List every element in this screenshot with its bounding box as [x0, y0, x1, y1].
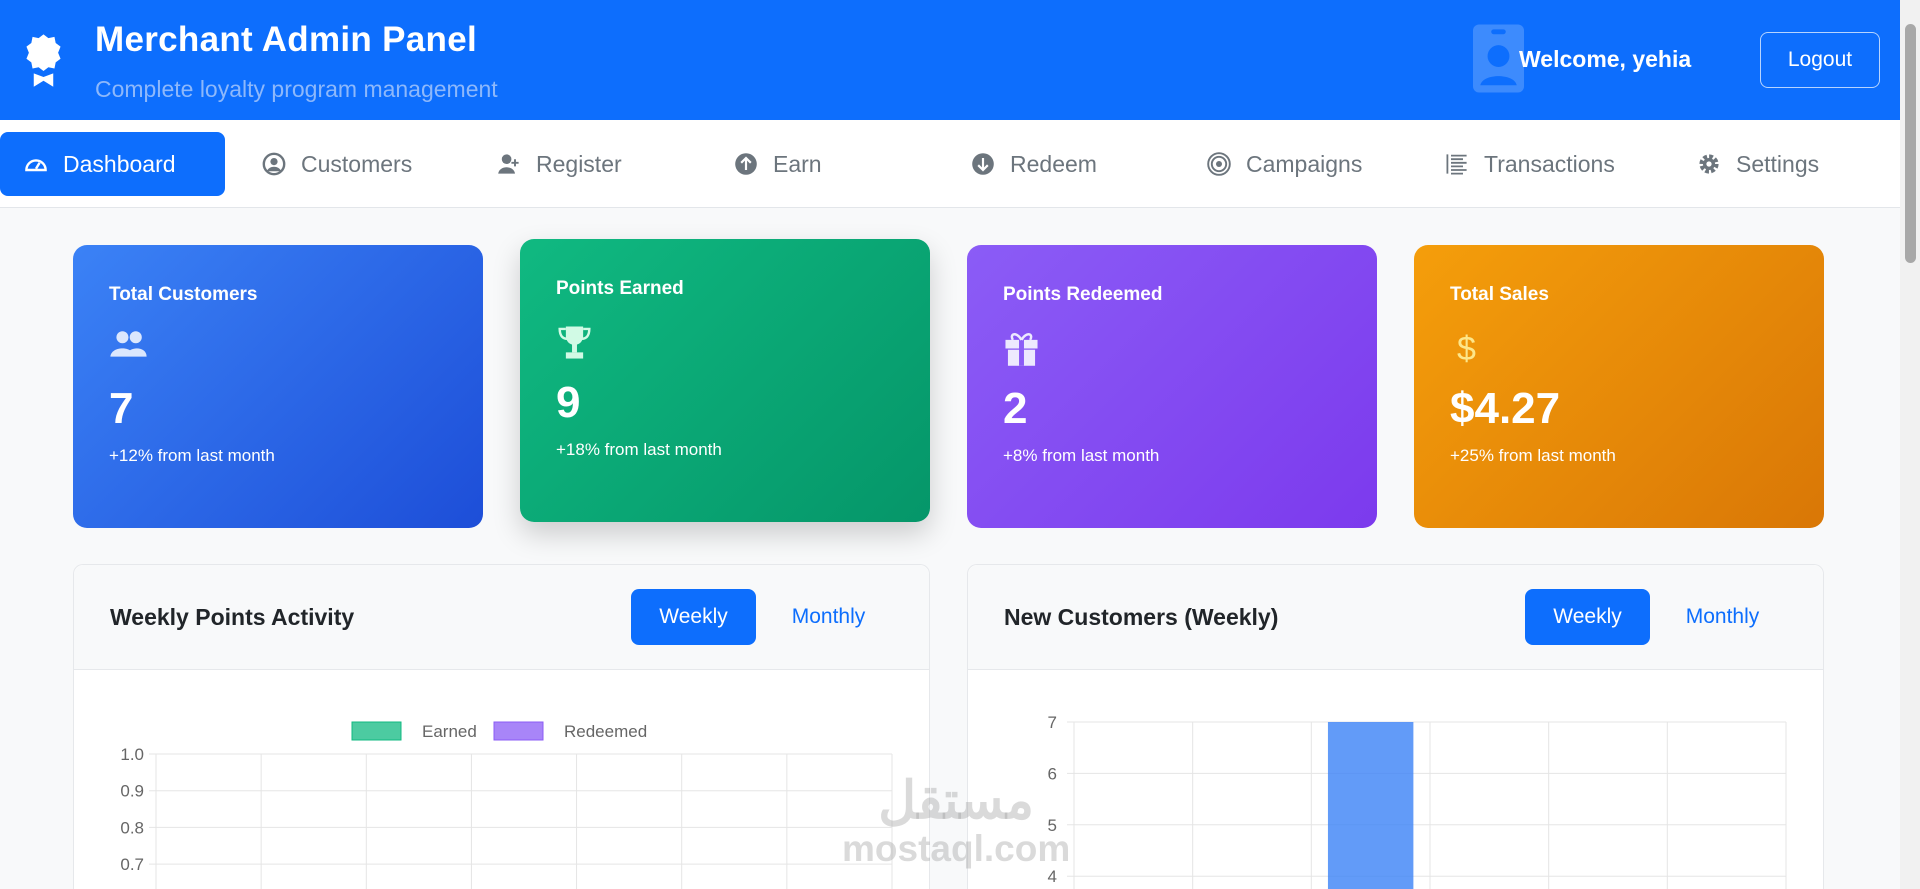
weekly-toggle[interactable]: Weekly — [1525, 589, 1650, 645]
tab-label: Register — [536, 150, 622, 177]
stat-label: Points Redeemed — [1003, 284, 1163, 305]
tab-campaigns[interactable]: Campaigns — [1183, 132, 1386, 196]
panel-title: Weekly Points Activity — [110, 604, 355, 630]
y-tick-label: 0.7 — [120, 855, 144, 874]
user-circle-icon — [262, 152, 286, 176]
stat-card-total-sales: Total Sales $ $4.27 +25% from last month — [1414, 245, 1824, 528]
scrollbar-thumb[interactable] — [1905, 24, 1916, 263]
trophy-icon — [558, 326, 591, 359]
stat-value: 9 — [556, 378, 581, 427]
scrollbar[interactable] — [1900, 0, 1920, 889]
tab-label: Customers — [301, 150, 413, 177]
watermark-arabic: مستقل — [878, 772, 1034, 830]
stat-label: Points Earned — [556, 278, 684, 299]
welcome-text: Welcome, yehia — [1519, 46, 1692, 72]
monthly-toggle[interactable]: Monthly — [1660, 589, 1785, 645]
tab-label: Earn — [773, 150, 822, 177]
stat-card-points-earned: Points Earned 9 +18% from last month — [520, 239, 930, 522]
watermark: مستقل mostaql.com — [842, 774, 1070, 870]
tab-transactions[interactable]: Transactions — [1421, 132, 1639, 196]
stat-label: Total Customers — [109, 284, 258, 305]
tab-earn[interactable]: Earn — [710, 132, 846, 196]
tab-dashboard[interactable]: Dashboard — [0, 132, 225, 196]
weekly-toggle[interactable]: Weekly — [631, 589, 756, 645]
y-tick-label: 0.9 — [120, 782, 144, 801]
tab-label: Settings — [1736, 150, 1820, 177]
y-tick-label: 4 — [1048, 867, 1057, 886]
arrow-up-circle-icon — [735, 153, 757, 175]
list-icon — [1446, 154, 1467, 175]
legend-swatch — [493, 721, 544, 741]
stat-change: +18% from last month — [556, 440, 722, 459]
new-customers-chart: 7654 — [1048, 713, 1787, 889]
id-badge-icon — [1473, 24, 1524, 93]
main-nav: Dashboard Customers Register Earn Redeem… — [0, 120, 1900, 208]
award-icon — [26, 34, 61, 87]
stat-label: Total Sales — [1450, 284, 1549, 305]
tab-register[interactable]: Register — [473, 132, 646, 196]
y-tick-label: 0.8 — [120, 818, 144, 837]
bullseye-icon — [1207, 152, 1231, 176]
app-title: Merchant Admin Panel — [95, 20, 477, 59]
panel-title: New Customers (Weekly) — [1004, 604, 1279, 630]
stat-card-total-customers: Total Customers 7 +12% from last month — [73, 245, 483, 528]
watermark-latin: mostaql.com — [842, 828, 1071, 869]
tab-redeem[interactable]: Redeem — [947, 132, 1121, 196]
stat-card-points-redeemed: Points Redeemed 2 +8% from last month — [967, 245, 1377, 528]
arrow-down-circle-icon — [972, 153, 994, 175]
stat-change: +25% from last month — [1450, 446, 1616, 465]
weekly-points-panel: Weekly Points Activity Weekly Monthly Ea… — [73, 564, 930, 889]
user-plus-icon — [498, 154, 519, 174]
legend-swatch — [351, 721, 402, 741]
stat-value: 7 — [109, 384, 134, 433]
gauge-icon — [25, 159, 47, 172]
y-tick-label: 1.0 — [120, 745, 144, 764]
stat-value: $4.27 — [1450, 384, 1561, 433]
tab-label: Dashboard — [63, 150, 176, 177]
dollar-icon: $ — [1457, 330, 1476, 368]
tab-customers[interactable]: Customers — [238, 132, 436, 196]
stat-change: +12% from last month — [109, 446, 275, 465]
tab-label: Campaigns — [1246, 150, 1363, 177]
legend-label: Earned — [422, 722, 477, 741]
stat-value: 2 — [1003, 384, 1028, 433]
points-activity-chart: Earned Redeemed 1.0 0.9 0.8 0.7 — [120, 721, 893, 889]
legend-label: Redeemed — [564, 722, 647, 741]
stat-change: +8% from last month — [1003, 446, 1160, 465]
gear-icon — [1699, 154, 1719, 174]
tab-settings[interactable]: Settings — [1673, 132, 1843, 196]
monthly-toggle[interactable]: Monthly — [766, 589, 891, 645]
new-customers-panel: New Customers (Weekly) Weekly Monthly 76… — [967, 564, 1824, 889]
tab-label: Redeem — [1010, 150, 1097, 177]
app-subtitle: Complete loyalty program management — [95, 76, 498, 102]
users-icon — [110, 331, 147, 357]
app-header: Merchant Admin Panel Complete loyalty pr… — [0, 0, 1900, 120]
gift-icon — [1005, 333, 1038, 366]
bar — [1327, 722, 1414, 889]
logout-button[interactable]: Logout — [1760, 32, 1880, 88]
y-tick-label: 7 — [1048, 713, 1057, 732]
tab-label: Transactions — [1484, 150, 1615, 177]
